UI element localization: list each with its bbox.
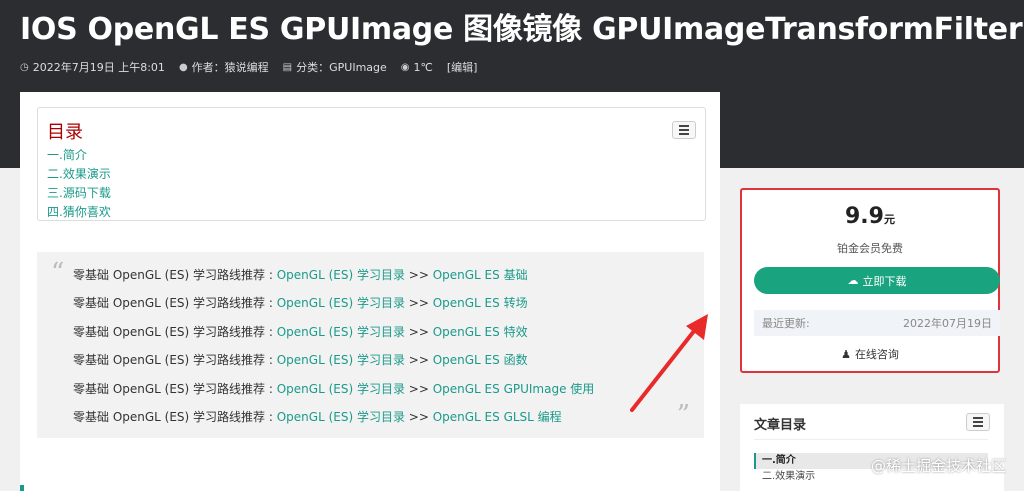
quote-line: 零基础 OpenGL (ES) 学习路线推荐 : OpenGL (ES) 学习目… [73,268,528,282]
quote-line: 零基础 OpenGL (ES) 学习路线推荐 : OpenGL (ES) 学习目… [73,324,528,339]
article-body: 目录 一.简介 二.效果演示 三.源码下载 四.猜你喜欢 “ 零基础 OpenG… [20,92,720,491]
qq-icon: ♟ [841,347,851,361]
toc-toggle-icon[interactable] [672,121,696,139]
free-note: 铂金会员免费 [837,242,903,255]
quote-line: 零基础 OpenGL (ES) 学习路线推荐 : OpenGL (ES) 学习目… [73,381,595,396]
meta-views: ◉ 1℃ [400,60,433,74]
red-arrow-annotation [630,314,708,412]
quote-open-icon: “ [51,258,65,288]
quote-line: 零基础 OpenGL (ES) 学习路线推荐 : OpenGL (ES) 学习目… [73,353,528,368]
post-meta: ◷ 2022年7月19日 上午8:01 ● 作者：猿说编程 ▤ 分类：GPUImage… [20,59,477,75]
eye-icon: ◉ [400,61,410,73]
post-title: IOS OpenGL ES GPUImage 图像镜像 GPUImageTran… [20,12,1023,47]
meta-date: ◷ 2022年7月19日 上午8:01 [20,61,165,74]
cloud-download-icon: ☁ [847,275,859,287]
quote-lines: 零基础 OpenGL (ES) 学习路线推荐 : OpenGL (ES) 学习目… [73,261,594,431]
quote-line: 零基础 OpenGL (ES) 学习路线推荐 : OpenGL (ES) 学习目… [73,296,528,311]
edit-link[interactable]: [编辑] [447,59,478,75]
user-icon: ● [178,61,188,73]
article-toc-toggle-icon[interactable] [966,413,990,431]
clock-icon: ◷ [20,61,29,73]
toc-item[interactable]: 一.简介 [47,146,111,165]
price: 9.9元 [845,204,895,229]
toc-item[interactable]: 四.猜你喜欢 [47,203,111,222]
toc-box: 目录 一.简介 二.效果演示 三.源码下载 四.猜你喜欢 [37,107,706,221]
toc-item[interactable]: 三.源码下载 [47,184,111,203]
folder-icon: ▤ [282,61,293,73]
divider [754,439,988,440]
last-updated: 最近更新: 2022年07月19日 [754,310,1000,336]
toc-item[interactable]: 二.效果演示 [47,165,111,184]
download-button[interactable]: ☁ 立即下载 [754,267,1000,294]
quote-line: 零基础 OpenGL (ES) 学习路线推荐 : OpenGL (ES) 学习目… [73,410,562,425]
meta-category[interactable]: ▤ 分类：GPUImage [283,59,387,75]
article-toc-card: 文章目录 一.简介 二.效果演示 [740,404,1004,491]
watermark: @稀土掘金技术社区 [870,457,1006,475]
consult-link[interactable]: ♟ 在线咨询 [742,346,998,362]
toc-title: 目录 [47,122,83,143]
blockquote: “ 零基础 OpenGL (ES) 学习路线推荐 : OpenGL (ES) 学… [37,252,704,438]
meta-author[interactable]: ● 作者：猿说编程 [179,59,269,75]
download-card: 9.9元 铂金会员免费 ☁ 立即下载 最近更新: 2022年07月19日 ♟ 在线咨询 [740,188,1000,373]
sidebar: 9.9元 铂金会员免费 ☁ 立即下载 最近更新: 2022年07月19日 ♟ 在线咨询… [723,168,1024,491]
toc-list: 一.简介 二.效果演示 三.源码下载 四.猜你喜欢 [47,146,111,222]
article-toc-title: 文章目录 [754,418,807,433]
section-heading-bar [20,485,24,491]
